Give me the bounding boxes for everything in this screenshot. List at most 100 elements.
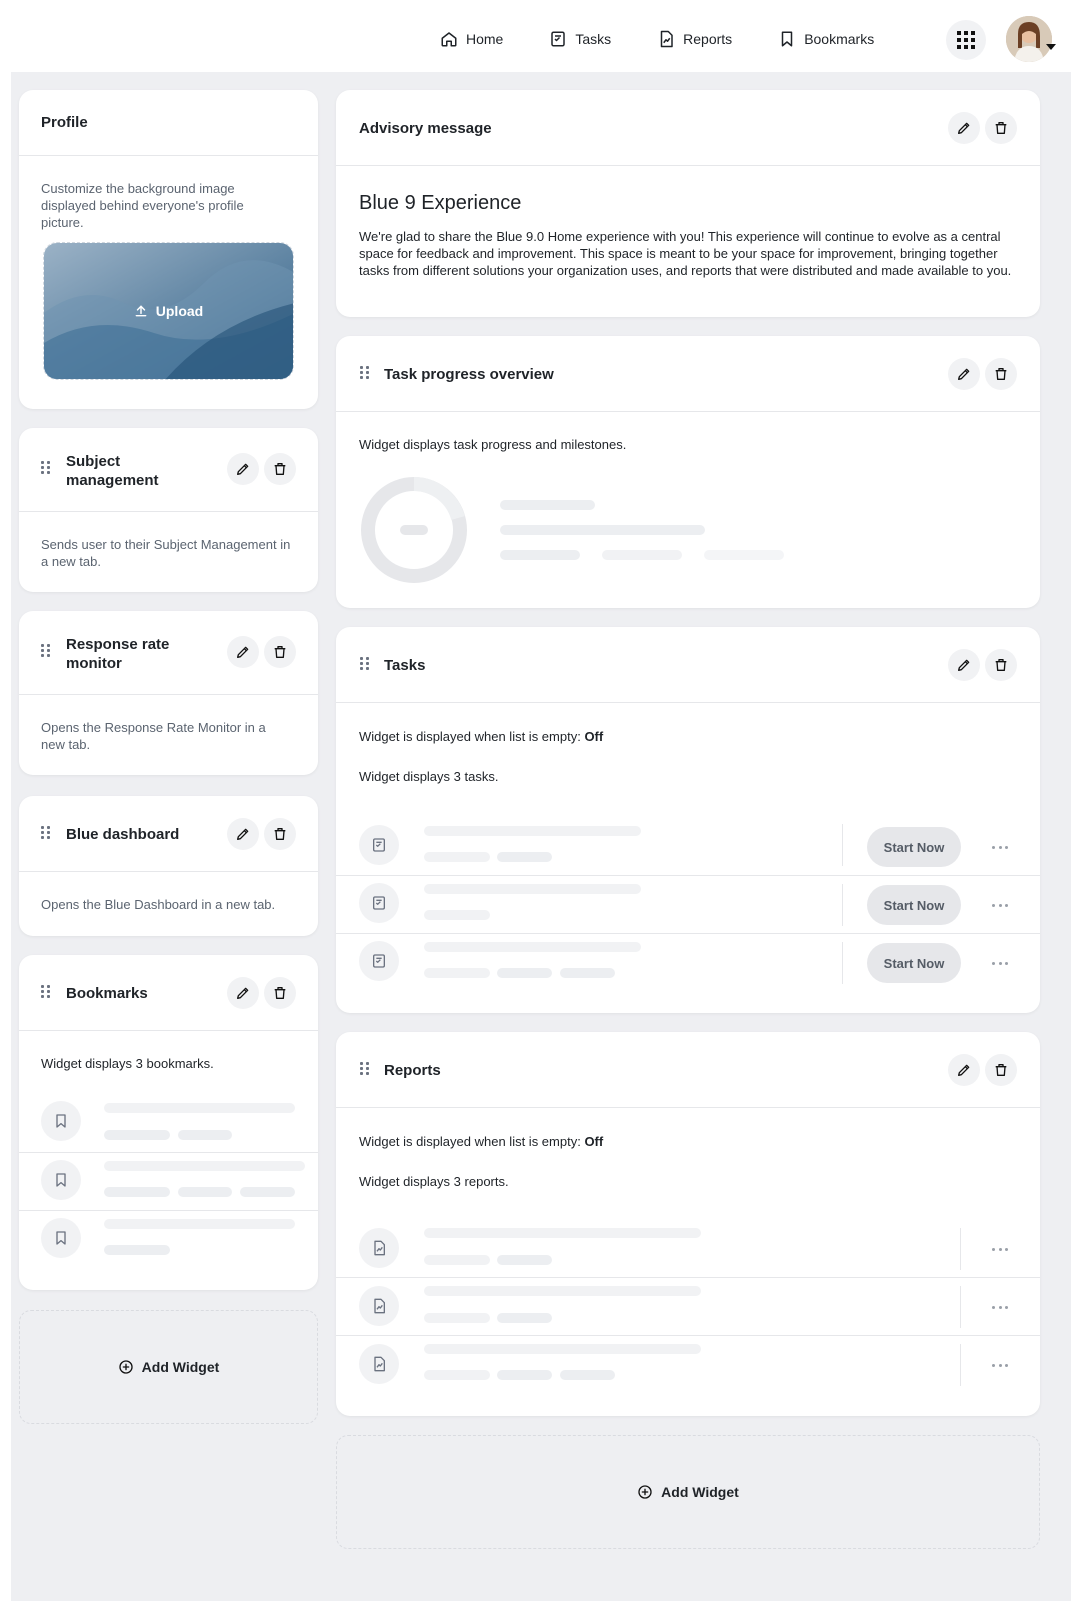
- delete-button[interactable]: [264, 977, 296, 1009]
- skeleton-line: [240, 1187, 295, 1197]
- delete-button[interactable]: [264, 453, 296, 485]
- edit-button[interactable]: [227, 977, 259, 1009]
- reports-card: Reports Widget is displayed when list is…: [336, 1032, 1040, 1416]
- nav-bookmarks[interactable]: Bookmarks: [778, 22, 874, 56]
- edit-button[interactable]: [948, 358, 980, 390]
- more-options-icon[interactable]: [988, 898, 1012, 912]
- skeleton-line: [424, 1255, 490, 1265]
- reports-displays-suffix: reports.: [464, 1174, 509, 1189]
- reports-icon: [660, 30, 673, 48]
- skeleton-line: [497, 1313, 552, 1323]
- nav-reports[interactable]: Reports: [657, 22, 732, 56]
- tasks-empty-prefix: Widget is displayed when list is empty:: [359, 729, 581, 744]
- add-widget-button-left[interactable]: Add Widget: [19, 1310, 318, 1424]
- more-options-icon[interactable]: [988, 1242, 1012, 1256]
- list-item-icon: [41, 1101, 81, 1141]
- trash-icon: [274, 463, 286, 475]
- delete-button[interactable]: [985, 358, 1017, 390]
- upload-label: Upload: [155, 303, 204, 319]
- trash-icon: [274, 646, 286, 658]
- drag-handle-icon[interactable]: [360, 366, 370, 379]
- drag-handle-icon[interactable]: [360, 1062, 370, 1075]
- edit-button[interactable]: [227, 818, 259, 850]
- row-divider: [336, 933, 1040, 934]
- advisory-heading: Blue 9 Experience: [359, 192, 522, 214]
- blue-dashboard-title: Blue dashboard: [66, 826, 180, 843]
- reports-displays-prefix: Widget displays: [359, 1174, 451, 1189]
- profile-background-upload[interactable]: Upload: [43, 242, 294, 380]
- app-launcher-button[interactable]: [946, 20, 986, 60]
- bookmark-icon: [56, 1173, 66, 1187]
- tasks-header: Tasks: [336, 627, 1040, 703]
- trash-icon: [995, 122, 1007, 134]
- skeleton-line: [500, 500, 595, 510]
- reports-icon: [374, 1298, 385, 1314]
- add-widget-button-right[interactable]: Add Widget: [336, 1435, 1040, 1549]
- tasks-empty-value: Off: [584, 729, 604, 744]
- row-divider-vertical: [842, 942, 843, 984]
- trash-icon: [995, 659, 1007, 671]
- delete-button[interactable]: [985, 112, 1017, 144]
- skeleton-line: [497, 968, 552, 978]
- more-options-icon[interactable]: [988, 1300, 1012, 1314]
- add-widget-label: Add Widget: [661, 1484, 739, 1500]
- more-options-icon[interactable]: [988, 956, 1012, 970]
- home-icon: [441, 32, 457, 47]
- nav-home[interactable]: Home: [440, 22, 503, 56]
- response-rate-card: Response rate monitor Opens the Response…: [19, 611, 318, 775]
- skeleton-line: [602, 550, 682, 560]
- list-item-icon: [41, 1218, 81, 1258]
- skeleton-line: [424, 884, 641, 894]
- avatar-caret-icon[interactable]: [1046, 44, 1056, 50]
- plus-circle-icon: [119, 1360, 133, 1374]
- nav-home-label: Home: [466, 31, 504, 47]
- bookmarks-title: Bookmarks: [66, 985, 148, 1002]
- trash-icon: [274, 828, 286, 840]
- drag-handle-icon[interactable]: [360, 657, 370, 670]
- blue-dashboard-header: Blue dashboard: [19, 796, 318, 872]
- nav-tasks[interactable]: Tasks: [549, 22, 611, 56]
- row-divider: [19, 1210, 318, 1211]
- edit-button[interactable]: [227, 636, 259, 668]
- skeleton-line: [424, 1370, 490, 1380]
- edit-button[interactable]: [948, 649, 980, 681]
- reports-empty-prefix: Widget is displayed when list is empty:: [359, 1134, 581, 1149]
- drag-handle-icon[interactable]: [41, 826, 51, 839]
- delete-button[interactable]: [985, 1054, 1017, 1086]
- more-options-icon[interactable]: [988, 1358, 1012, 1372]
- subject-management-header: Subject management: [19, 428, 318, 512]
- drag-handle-icon[interactable]: [41, 985, 51, 998]
- add-widget-label: Add Widget: [141, 1359, 220, 1375]
- subject-management-title-line1: Subject: [66, 453, 121, 470]
- row-divider-vertical: [842, 884, 843, 926]
- skeleton-line: [424, 1286, 701, 1296]
- edit-button[interactable]: [948, 112, 980, 144]
- reports-empty-value: Off: [584, 1134, 604, 1149]
- drag-handle-icon[interactable]: [41, 461, 51, 474]
- delete-button[interactable]: [264, 636, 296, 668]
- start-now-button[interactable]: Start Now: [867, 885, 961, 925]
- upload-button[interactable]: Upload: [44, 243, 293, 379]
- edit-button[interactable]: [948, 1054, 980, 1086]
- avatar[interactable]: [1006, 16, 1052, 62]
- top-nav-bar: Home Tasks Reports Bookmarks: [0, 0, 1081, 72]
- start-now-button[interactable]: Start Now: [867, 827, 961, 867]
- row-divider-vertical: [960, 1286, 961, 1328]
- delete-button[interactable]: [264, 818, 296, 850]
- pencil-icon: [958, 122, 970, 134]
- edit-button[interactable]: [227, 453, 259, 485]
- start-now-button[interactable]: Start Now: [867, 943, 961, 983]
- list-item-icon: [359, 1228, 399, 1268]
- row-divider: [336, 1335, 1040, 1336]
- skeleton-line: [178, 1130, 232, 1140]
- upload-icon: [135, 305, 147, 317]
- list-item-icon: [359, 1286, 399, 1326]
- list-item-icon: [359, 883, 399, 923]
- progress-ring-skeleton: [361, 477, 467, 583]
- drag-handle-icon[interactable]: [41, 644, 51, 657]
- more-options-icon[interactable]: [988, 840, 1012, 854]
- task-progress-description: Widget displays task progress and milest…: [359, 437, 627, 452]
- delete-button[interactable]: [985, 649, 1017, 681]
- reports-header: Reports: [336, 1032, 1040, 1108]
- tasks-displays-prefix: Widget displays: [359, 769, 451, 784]
